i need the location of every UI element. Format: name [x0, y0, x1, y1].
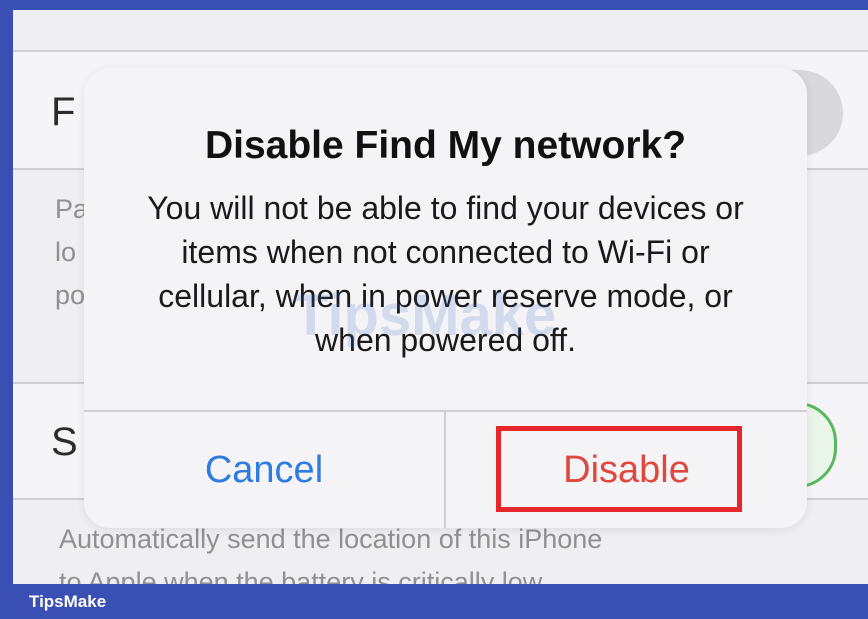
brand-label: TipsMake: [29, 592, 107, 611]
footer-text-line: lo: [55, 237, 77, 267]
brand-footer: TipsMake: [0, 584, 868, 619]
frame-border-top: [0, 0, 868, 10]
footer-text-line: to Apple when the battery is critically …: [59, 567, 549, 584]
frame-border-left: [0, 0, 13, 619]
screenshot-frame: F Pa lo po S Automatically send the loca…: [0, 0, 868, 619]
alert-message: You will not be able to find your device…: [147, 190, 744, 358]
alert-title: Disable Find My network?: [204, 124, 687, 167]
footer-text-line: po: [55, 280, 86, 310]
settings-top-band: [13, 10, 868, 50]
settings-screen: F Pa lo po S Automatically send the loca…: [13, 10, 868, 584]
cancel-button[interactable]: Cancel: [84, 412, 444, 528]
disable-highlight-box: [496, 426, 742, 512]
find-my-network-row-label: F: [51, 90, 76, 134]
send-last-location-row-label: S: [51, 420, 78, 464]
